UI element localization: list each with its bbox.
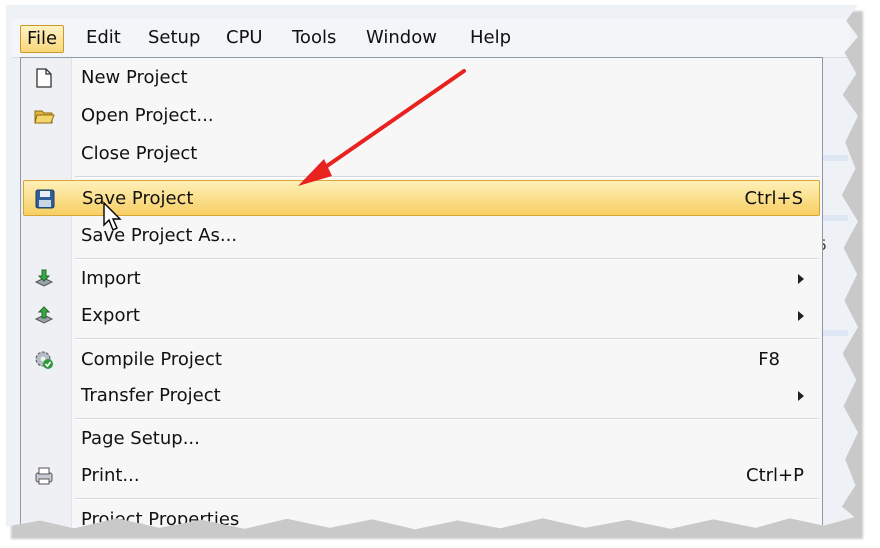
annotation-arrow-icon (298, 69, 466, 186)
screenshot-card: File Edit Setup CPU Tools Window Help 5 … (6, 5, 858, 530)
